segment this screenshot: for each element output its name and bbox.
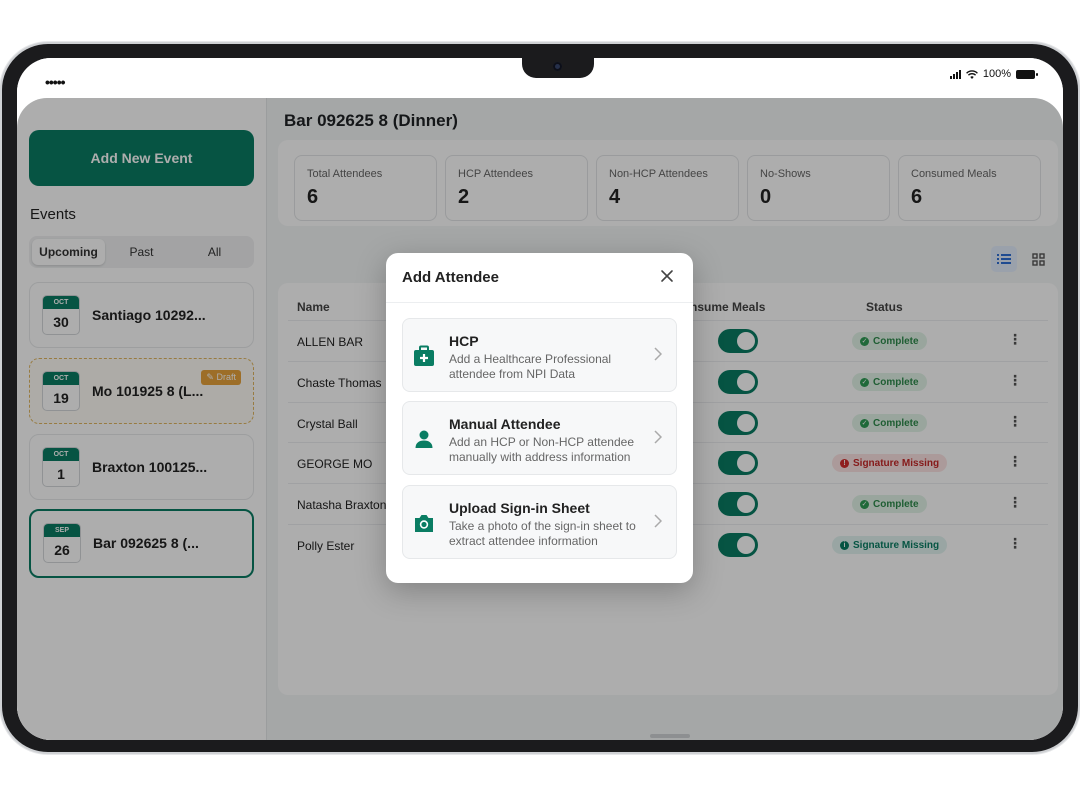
camera-notch <box>522 58 594 78</box>
chevron-right-icon <box>654 347 662 361</box>
person-icon <box>415 430 433 448</box>
wifi-icon <box>965 69 978 79</box>
status-right: 100% <box>949 68 1038 80</box>
battery-percent: 100% <box>982 68 1011 80</box>
option-title: Upload Sign-in Sheet <box>449 500 590 516</box>
option-manual-attendee[interactable]: Manual Attendee Add an HCP or Non-HCP at… <box>402 401 677 475</box>
option-title: HCP <box>449 333 479 349</box>
chevron-right-icon <box>654 430 662 444</box>
camera-icon <box>415 515 433 532</box>
close-button[interactable] <box>657 266 677 286</box>
dialog-header: Add Attendee <box>386 253 693 303</box>
cellular-icon <box>949 69 961 79</box>
chevron-right-icon <box>654 514 662 528</box>
medical-kit-icon <box>414 345 434 366</box>
option-description: Take a photo of the sign-in sheet to ext… <box>449 519 636 548</box>
dialog-title: Add Attendee <box>402 269 499 286</box>
option-title: Manual Attendee <box>449 416 561 432</box>
option-description: Add an HCP or Non-HCP attendee manually … <box>449 435 634 464</box>
add-attendee-dialog: Add Attendee HCP Add a Healthcare Profes… <box>386 253 693 583</box>
close-icon <box>661 270 673 282</box>
battery-icon <box>1016 69 1038 79</box>
option-description: Add a Healthcare Professional attendee f… <box>449 352 612 381</box>
option-hcp[interactable]: HCP Add a Healthcare Professional attend… <box>402 318 677 392</box>
signal-dots: ••••• <box>45 74 65 90</box>
option-upload-sign-in-sheet[interactable]: Upload Sign-in Sheet Take a photo of the… <box>402 485 677 559</box>
